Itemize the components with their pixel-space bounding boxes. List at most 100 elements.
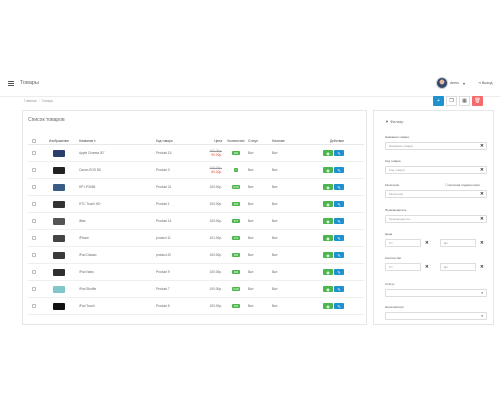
clear-qty-to-icon[interactable]: ✕: [480, 264, 484, 270]
subcategory-checkbox[interactable]: ☐: [445, 183, 448, 187]
clear-qty-from-icon[interactable]: ✕: [425, 264, 429, 270]
col-price[interactable]: Цена: [204, 139, 224, 143]
edit-button[interactable]: ✎: [334, 218, 344, 224]
clear-price-to-icon[interactable]: ✕: [480, 240, 484, 246]
hamburger-menu-icon[interactable]: [8, 81, 14, 86]
edit-button[interactable]: ✎: [334, 286, 344, 292]
price-value: 100.00р.: [209, 219, 222, 223]
product-price: 100.00р. 80.00р.: [204, 166, 224, 174]
chevron-down-icon[interactable]: ▾: [463, 81, 465, 86]
filter-status-select[interactable]: ▾: [385, 289, 487, 297]
view-button[interactable]: ◉: [323, 201, 333, 207]
filter-qty-label: Количество: [385, 256, 402, 260]
row-checkbox[interactable]: [32, 270, 36, 274]
col-status[interactable]: Статус: [248, 139, 272, 143]
filter-price-label: Цена: [385, 232, 393, 236]
row-checkbox[interactable]: [32, 185, 36, 189]
product-name: iPod Touch: [79, 304, 95, 308]
product-thumbnail: [53, 251, 65, 259]
row-checkbox[interactable]: [32, 253, 36, 257]
product-model: Product 5: [156, 304, 170, 308]
avatar[interactable]: [436, 77, 448, 89]
include-subcategories-label[interactable]: ☐ включая подкатегории: [445, 183, 480, 187]
edit-button[interactable]: ✎: [334, 235, 344, 241]
row-checkbox[interactable]: [32, 202, 36, 206]
col-name[interactable]: Название ▾: [78, 139, 156, 143]
product-main: Вкл: [272, 236, 278, 240]
quantity-badge: 1000: [231, 287, 241, 292]
pencil-icon: ✎: [337, 184, 341, 190]
edit-button[interactable]: ✎: [334, 184, 344, 190]
view-button[interactable]: ◉: [323, 286, 333, 292]
edit-button[interactable]: ✎: [334, 303, 344, 309]
trash-icon: 🗑: [474, 98, 481, 104]
view-button[interactable]: ◉: [323, 150, 333, 156]
col-quantity[interactable]: Количество: [224, 139, 248, 143]
clear-name-icon[interactable]: ✕: [480, 143, 484, 149]
filter-price-to[interactable]: До: [440, 239, 476, 247]
filter-toggle-button[interactable]: ▦: [459, 96, 470, 106]
view-button[interactable]: ◉: [323, 235, 333, 241]
product-model: Product 7: [156, 287, 170, 291]
edit-button[interactable]: ✎: [334, 150, 344, 156]
edit-button[interactable]: ✎: [334, 252, 344, 258]
filter-category-input[interactable]: Категория: [385, 190, 487, 198]
col-model[interactable]: Код товара: [156, 139, 204, 143]
edit-button[interactable]: ✎: [334, 167, 344, 173]
user-name[interactable]: demo: [450, 81, 459, 85]
clear-price-from-icon[interactable]: ✕: [425, 240, 429, 246]
row-checkbox[interactable]: [32, 151, 36, 155]
product-status: Вкл: [248, 168, 254, 172]
view-button[interactable]: ◉: [323, 252, 333, 258]
filter-name-input[interactable]: Название товара: [385, 142, 487, 150]
quantity-badge: 1000: [231, 185, 241, 190]
copy-button[interactable]: ❐: [446, 96, 457, 106]
filter-price-from[interactable]: От: [385, 239, 421, 247]
filter-model-input[interactable]: Код товара: [385, 166, 487, 174]
row-checkbox[interactable]: [32, 304, 36, 308]
filter-manufacturer-label: Производитель: [385, 208, 407, 212]
col-main[interactable]: Наличие: [272, 139, 320, 143]
clear-category-icon[interactable]: ✕: [480, 191, 484, 197]
row-checkbox[interactable]: [32, 219, 36, 223]
product-main: Вкл: [272, 202, 278, 206]
product-model: product 11: [156, 236, 171, 240]
clear-model-icon[interactable]: ✕: [480, 167, 484, 173]
view-button[interactable]: ◉: [323, 218, 333, 224]
view-button[interactable]: ◉: [323, 269, 333, 275]
breadcrumb-current[interactable]: Товары: [42, 99, 53, 103]
clear-manufacturer-icon[interactable]: ✕: [480, 216, 484, 222]
top-header-bar: Товары demo ▾ ⇥ Выход: [0, 71, 500, 97]
price-value: 100.00р.: [209, 185, 222, 189]
select-all-checkbox[interactable]: [32, 138, 36, 143]
breadcrumb-home[interactable]: Главная: [24, 99, 37, 103]
edit-button[interactable]: ✎: [334, 269, 344, 275]
filter-manufacturer-input[interactable]: Производитель: [385, 215, 487, 223]
delete-button[interactable]: 🗑: [472, 96, 483, 106]
product-status: Вкл: [248, 304, 254, 308]
eye-icon: ◉: [326, 269, 330, 275]
row-checkbox[interactable]: [32, 168, 36, 172]
view-button[interactable]: ◉: [323, 184, 333, 190]
product-price: 100.00р.: [204, 202, 224, 206]
filter-qty-to[interactable]: До: [440, 263, 476, 271]
table-header: Изображение Название ▾ Код товара Цена К…: [28, 137, 364, 145]
price-value: 100.00р.: [209, 304, 222, 308]
row-checkbox[interactable]: [32, 236, 36, 240]
logout-link[interactable]: ⇥ Выход: [478, 81, 492, 85]
sort-icon: ▾: [94, 138, 96, 143]
edit-button[interactable]: ✎: [334, 201, 344, 207]
filter-icon: ▦: [462, 98, 467, 104]
eye-icon: ◉: [326, 201, 330, 207]
view-button[interactable]: ◉: [323, 167, 333, 173]
filter-qty-from[interactable]: От: [385, 263, 421, 271]
filter-main-select[interactable]: ▾: [385, 312, 487, 320]
eye-icon: ◉: [326, 184, 330, 190]
product-name: iPod Classic: [79, 253, 97, 257]
add-product-button[interactable]: +: [433, 96, 444, 106]
copy-icon: ❐: [449, 98, 454, 104]
row-checkbox[interactable]: [32, 287, 36, 291]
view-button[interactable]: ◉: [323, 303, 333, 309]
product-name: iPod Shuffle: [79, 287, 97, 291]
product-price: 100.00р.: [204, 287, 224, 291]
